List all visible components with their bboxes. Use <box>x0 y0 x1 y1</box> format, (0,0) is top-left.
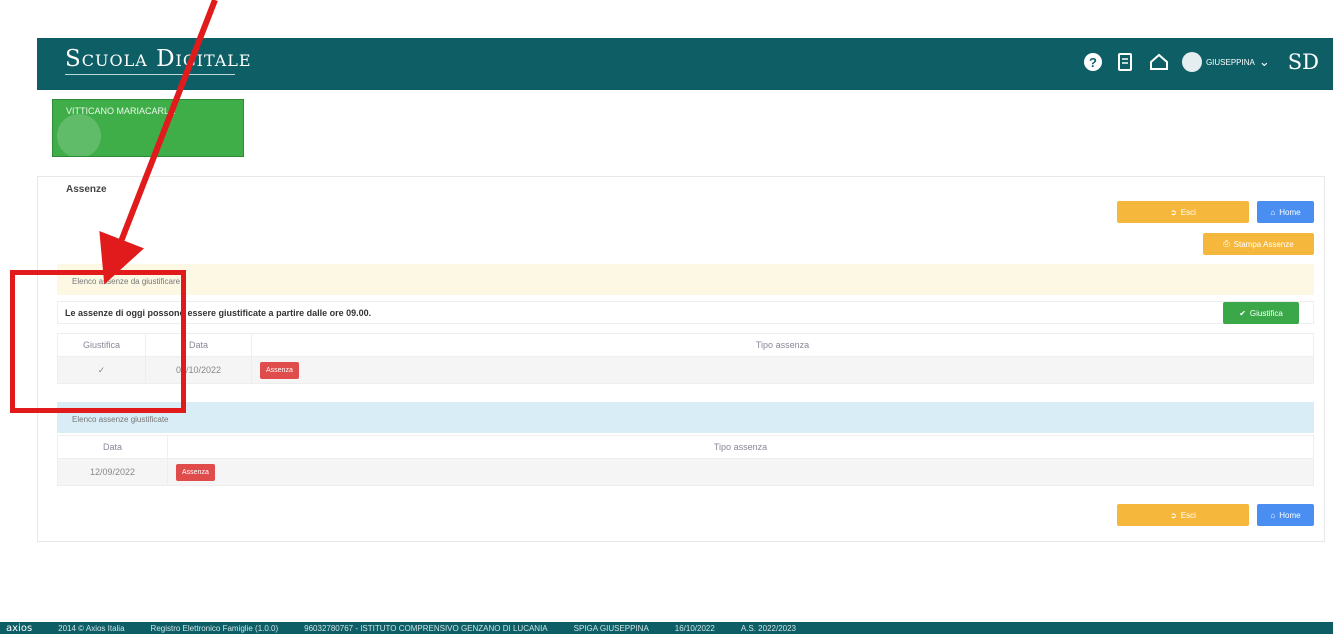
footer-school: 96032780767 - ISTITUTO COMPRENSIVO GENZA… <box>304 623 548 633</box>
footer-year: A.S. 2022/2023 <box>740 623 796 633</box>
footer-copyright: 2014 © Axios Italia <box>58 623 125 633</box>
axios-logo: axios <box>6 622 33 634</box>
footer-user: SPIGA GIUSEPPINA <box>573 623 649 633</box>
footer-bar: axios 2014 © Axios Italia Registro Elett… <box>0 622 1333 634</box>
page: Scuola Digitale ? GIUSEPPINA ⌄ SD VITTIC… <box>0 0 1333 634</box>
annotation-highlight-box <box>10 270 186 413</box>
annotation-arrow <box>99 0 218 285</box>
footer-date: 16/10/2022 <box>674 623 715 633</box>
footer-app: Registro Elettronico Famiglie (1.0.0) <box>150 623 279 633</box>
